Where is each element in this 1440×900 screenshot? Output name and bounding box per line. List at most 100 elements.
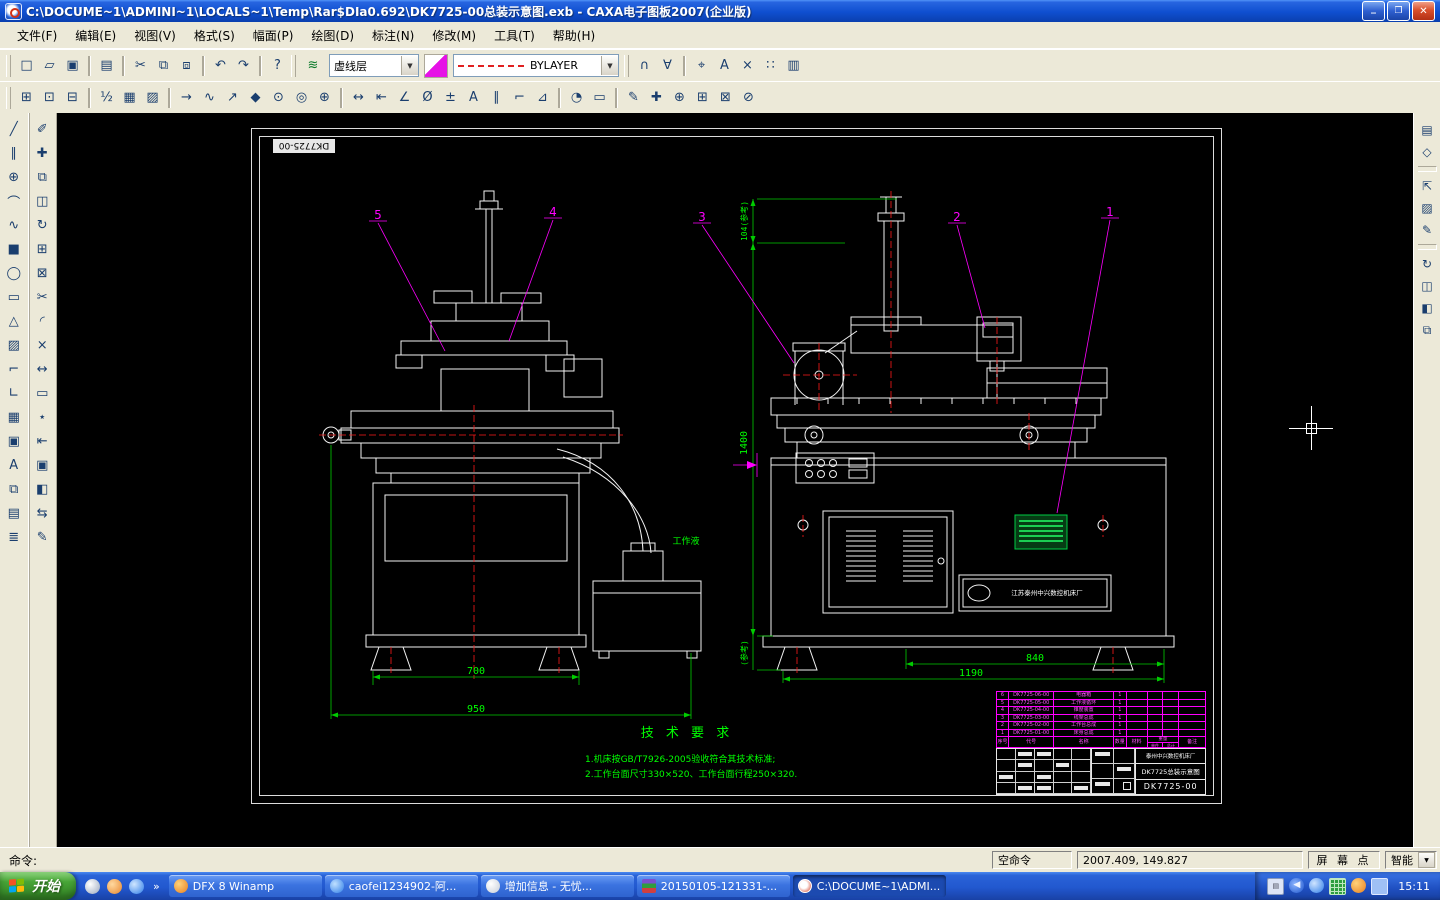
circle-tool[interactable]: ⊕ — [2, 165, 26, 189]
redo-icon[interactable]: ↷ — [232, 54, 255, 77]
flip-view-icon[interactable]: ◫ — [1416, 275, 1438, 297]
chevron-down-icon[interactable]: ▼ — [1418, 852, 1435, 868]
ole-paste-icon[interactable]: ⇱ — [1416, 175, 1438, 197]
layer-manager-icon[interactable]: ≋ — [302, 55, 324, 77]
library-manage-tool[interactable]: ≣ — [2, 525, 26, 549]
zoom-out-icon[interactable]: ⊠ — [714, 86, 737, 109]
stamp-tool[interactable]: ▣ — [2, 429, 26, 453]
fillet-tool[interactable]: ◜ — [30, 309, 54, 333]
frame-tool[interactable]: ▭ — [30, 381, 54, 405]
tolerance-dim-icon[interactable]: ± — [439, 86, 462, 109]
stretch-tool[interactable]: ↔ — [30, 357, 54, 381]
rectangle-tool[interactable]: ▭ — [2, 285, 26, 309]
datum-dim-icon[interactable]: ⌐ — [508, 86, 531, 109]
solid-3d-icon[interactable]: ◇ — [1416, 141, 1438, 163]
baseline-dim-icon[interactable]: ⇤ — [370, 86, 393, 109]
sheet-edit-icon[interactable]: ✎ — [1416, 219, 1438, 241]
render-icon[interactable]: ▨ — [1416, 197, 1438, 219]
rotate-view-icon[interactable]: ↻ — [1416, 253, 1438, 275]
array-tool[interactable]: ⊞ — [30, 237, 54, 261]
parallel-tool[interactable]: ∥ — [2, 141, 26, 165]
color-picker-icon[interactable] — [424, 54, 448, 78]
scatter-points-icon[interactable]: ∷ — [759, 54, 782, 77]
toolbar-grip[interactable] — [624, 55, 629, 77]
table-icon[interactable]: ▦ — [118, 86, 141, 109]
arrow-line-icon[interactable]: → — [175, 86, 198, 109]
taskbar-button[interactable]: C:\DOCUME~1\ADMI... — [793, 875, 946, 897]
sketch-edit-icon[interactable]: ✎ — [622, 86, 645, 109]
break-tool[interactable]: × — [30, 333, 54, 357]
menu-item[interactable]: 格式(S) — [185, 24, 244, 47]
menu-item[interactable]: 工具(T) — [485, 24, 544, 47]
undo-icon[interactable]: ↶ — [209, 54, 232, 77]
menu-item[interactable]: 编辑(E) — [66, 24, 125, 47]
menu-item[interactable]: 文件(F) — [8, 24, 66, 47]
clean-text-icon[interactable]: × — [736, 54, 759, 77]
snap-mode-select[interactable]: 智能 ▼ — [1385, 851, 1437, 869]
raster-page-icon[interactable]: ▥ — [782, 54, 805, 77]
make-block-tool[interactable]: ▣ — [30, 453, 54, 477]
parallel-dim-icon[interactable]: ∥ — [485, 86, 508, 109]
trace-line-icon[interactable]: ∩ — [633, 54, 656, 77]
chamfer-tool[interactable]: ⌐ — [2, 357, 26, 381]
menu-item[interactable]: 帮助(H) — [544, 24, 604, 47]
show-desktop-icon[interactable] — [85, 879, 100, 894]
zoom-dynamic-icon[interactable]: ◔ — [565, 86, 588, 109]
help-icon[interactable]: ? — [266, 54, 289, 77]
linetype-select[interactable]: BYLAYER ▼ — [453, 54, 619, 77]
library-tool[interactable]: ▤ — [2, 501, 26, 525]
menu-item[interactable]: 幅面(P) — [244, 24, 303, 47]
mirror-tool[interactable]: ◫ — [30, 189, 54, 213]
layer-change-tool[interactable]: ◧ — [30, 477, 54, 501]
text-dim-icon[interactable]: A — [462, 86, 485, 109]
toolbar-grip[interactable] — [6, 55, 11, 77]
winamp-tray-icon[interactable] — [1351, 878, 1366, 893]
menu-item[interactable]: 绘图(D) — [302, 24, 363, 47]
diameter-dim-icon[interactable]: Ø — [416, 86, 439, 109]
center-mark-icon[interactable]: ⊕ — [313, 86, 336, 109]
collapse-chevron-icon[interactable]: ◀ — [1289, 878, 1304, 893]
property-brush-tool[interactable]: ✎ — [30, 525, 54, 549]
paste-icon[interactable]: ⧈ — [175, 54, 198, 77]
taskbar-clock[interactable]: 15:11 — [1393, 880, 1430, 893]
zoom-in-icon[interactable]: ⊕ — [668, 86, 691, 109]
linear-dim-icon[interactable]: ↔ — [347, 86, 370, 109]
save-icon[interactable]: ▣ — [61, 54, 84, 77]
fraction-text-icon[interactable]: ½ — [95, 86, 118, 109]
text-recognize-icon[interactable]: A — [713, 54, 736, 77]
trim-tool[interactable]: ✂ — [30, 285, 54, 309]
taper-dim-icon[interactable]: ⊿ — [531, 86, 554, 109]
pick-point-icon[interactable]: ⌖ — [690, 54, 713, 77]
toolbar-grip[interactable] — [6, 87, 11, 109]
start-button[interactable]: 开始 — [0, 872, 76, 900]
ruler-icon[interactable]: ▭ — [588, 86, 611, 109]
section-view-icon[interactable]: ◧ — [1416, 297, 1438, 319]
copy-icon[interactable]: ⧉ — [152, 54, 175, 77]
network-tray-icon[interactable] — [1371, 878, 1388, 895]
leader-icon[interactable]: ↗ — [221, 86, 244, 109]
align-tool[interactable]: ⇤ — [30, 429, 54, 453]
minimize-button[interactable] — [1362, 1, 1385, 21]
washer-icon[interactable]: ◎ — [290, 86, 313, 109]
toolbar-grip[interactable] — [291, 55, 296, 77]
cut-icon[interactable]: ✂ — [129, 54, 152, 77]
close-button[interactable] — [1412, 1, 1435, 21]
ellipse-tool[interactable]: ◯ — [2, 261, 26, 285]
menu-item[interactable]: 视图(V) — [125, 24, 185, 47]
explode-tool[interactable]: ⋆ — [30, 405, 54, 429]
arc-tool[interactable]: ⌒ — [2, 189, 26, 213]
trace-node-icon[interactable]: ∀ — [656, 54, 679, 77]
right-angle-tool[interactable]: ∟ — [2, 381, 26, 405]
zoom-prev-icon[interactable]: ⊞ — [691, 86, 714, 109]
print-icon[interactable]: ▤ — [95, 54, 118, 77]
zoom-object-icon[interactable]: ⊟ — [61, 86, 84, 109]
layer-select[interactable]: 虚线层 ▼ — [329, 54, 419, 77]
open-file-icon[interactable]: ▱ — [38, 54, 61, 77]
erase-tool[interactable]: ✐ — [30, 117, 54, 141]
taskbar-button[interactable]: 增加信息 - 无忧... — [481, 875, 634, 897]
polygon-tool[interactable]: △ — [2, 309, 26, 333]
angle-dim-icon[interactable]: ∠ — [393, 86, 416, 109]
tile-window-icon[interactable]: ⧉ — [1416, 319, 1438, 341]
grid-tool[interactable]: ▦ — [2, 405, 26, 429]
datum-point-icon[interactable]: ◆ — [244, 86, 267, 109]
